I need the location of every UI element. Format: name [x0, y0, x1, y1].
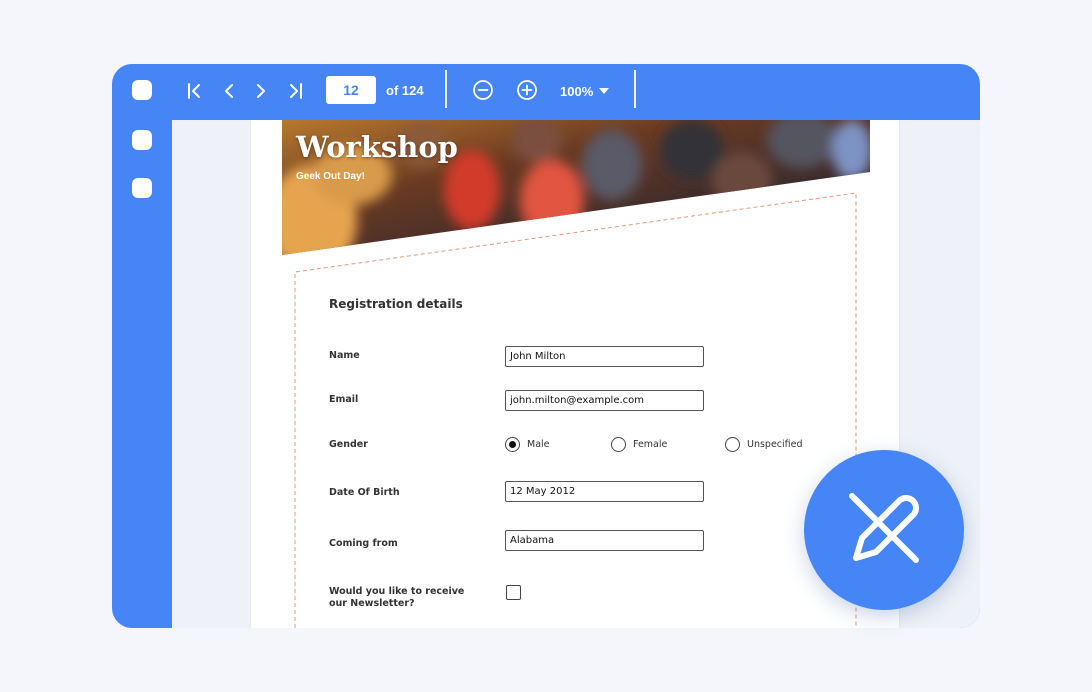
chevron-down-icon — [599, 88, 610, 94]
gender-radio-unspecified[interactable]: Unspecified — [725, 437, 803, 452]
previous-page-icon[interactable] — [218, 80, 240, 102]
radio-button[interactable] — [725, 437, 740, 452]
radio-selected-dot — [509, 441, 516, 448]
radio-label: Unspecified — [747, 439, 803, 450]
thumbnails-button[interactable] — [132, 130, 152, 150]
document-page: Workshop Geek Out Day! Registration deta… — [251, 120, 899, 628]
coming-from-label: Coming from — [329, 538, 398, 549]
gender-radio-male[interactable]: Male — [505, 437, 550, 452]
toolbar-divider — [445, 70, 447, 108]
next-page-icon[interactable] — [250, 80, 272, 102]
newsletter-checkbox[interactable] — [506, 585, 521, 600]
toolbar: 12 of 124 100% — [112, 64, 980, 120]
radio-button[interactable] — [505, 437, 520, 452]
page-number-input[interactable]: 12 — [326, 76, 376, 104]
email-field[interactable]: john.milton@example.com — [505, 390, 704, 411]
coming-from-field[interactable]: Alabama — [505, 530, 704, 551]
zoom-out-icon[interactable] — [471, 78, 495, 102]
edit-disabled-badge[interactable] — [804, 450, 964, 610]
edit-disabled-icon — [842, 486, 926, 575]
zoom-in-icon[interactable] — [515, 78, 539, 102]
zoom-level-select[interactable]: 100% — [560, 82, 610, 100]
gender-label: Gender — [329, 439, 368, 450]
toolbar-divider — [634, 70, 636, 108]
name-label: Name — [329, 350, 360, 361]
radio-label: Female — [633, 439, 668, 450]
bookmarks-button[interactable] — [132, 178, 152, 198]
email-label: Email — [329, 394, 359, 405]
last-page-icon[interactable] — [284, 80, 306, 102]
radio-button[interactable] — [611, 437, 626, 452]
dob-label: Date Of Birth — [329, 487, 400, 498]
radio-label: Male — [527, 439, 550, 450]
page-total-label: of 124 — [386, 83, 424, 98]
gender-radio-female[interactable]: Female — [611, 437, 667, 452]
name-field[interactable]: John Milton — [505, 346, 704, 367]
zoom-level-value: 100% — [560, 83, 594, 99]
registration-form: Registration details Name John Milton Em… — [251, 120, 899, 628]
dob-field[interactable]: 12 May 2012 — [505, 481, 704, 502]
sidebar-toggle-button[interactable] — [132, 80, 152, 100]
newsletter-label: Would you like to receive our Newsletter… — [329, 586, 465, 609]
first-page-icon[interactable] — [184, 80, 206, 102]
section-title: Registration details — [329, 297, 463, 311]
